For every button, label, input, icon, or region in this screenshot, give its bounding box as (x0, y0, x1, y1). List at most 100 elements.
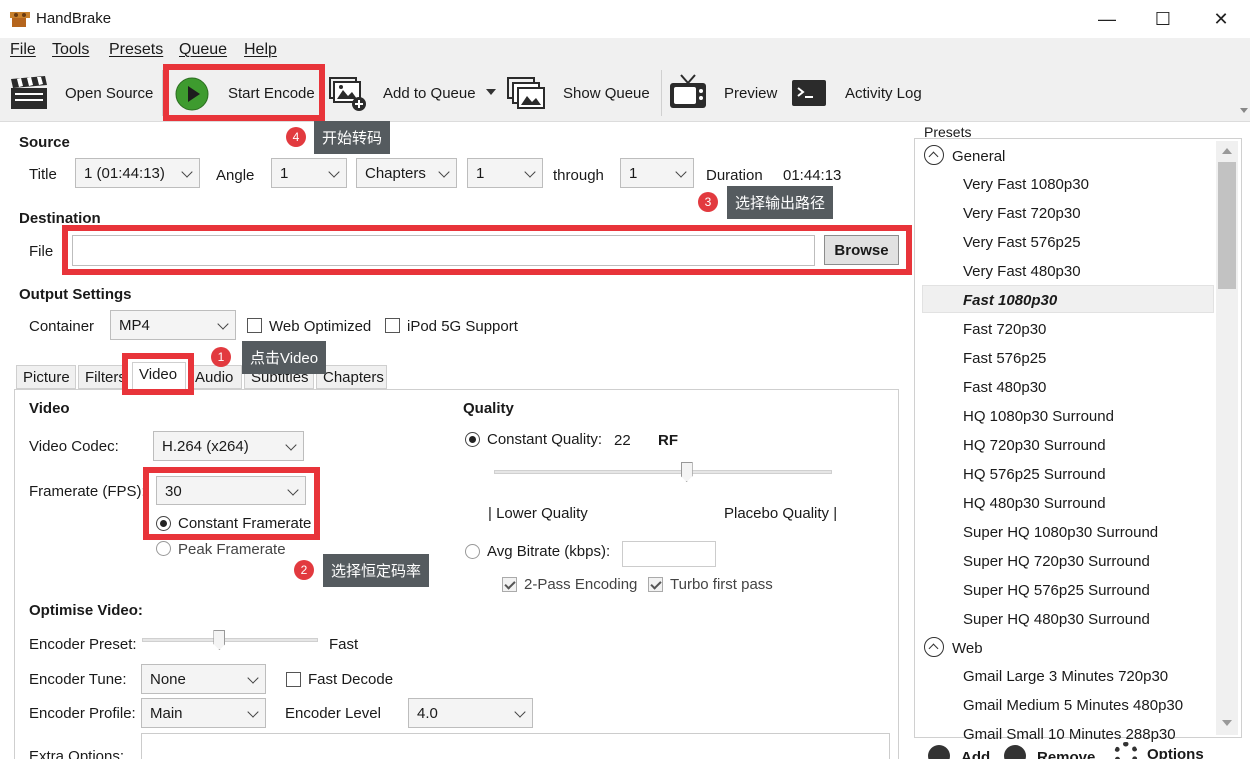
remove-preset-button[interactable]: Remove (1037, 749, 1095, 759)
container-value: MP4 (119, 317, 150, 334)
preset-item[interactable]: Super HQ 1080p30 Surround (963, 524, 1158, 541)
peak-framerate-label: Peak Framerate (178, 541, 286, 558)
duration-label: Duration (706, 167, 763, 184)
menu-tools[interactable]: Tools (52, 41, 89, 59)
scroll-down-icon[interactable] (1222, 720, 1232, 726)
preset-item[interactable]: Fast 1080p30 (963, 292, 1057, 309)
collapse-general-icon[interactable] (924, 145, 944, 165)
range-start-select[interactable]: 1 (467, 158, 543, 188)
web-optimized-checkbox[interactable] (247, 318, 262, 333)
preset-item[interactable]: Super HQ 720p30 Surround (963, 553, 1150, 570)
preset-item[interactable]: Very Fast 720p30 (963, 205, 1081, 222)
preset-item[interactable]: Gmail Large 3 Minutes 720p30 (963, 668, 1168, 685)
encoder-profile-select[interactable]: Main (141, 698, 266, 728)
annotation-box-destination (62, 225, 912, 275)
tab-filters[interactable]: Filters (78, 365, 128, 389)
avg-bitrate-label: Avg Bitrate (kbps): (487, 543, 611, 560)
encoder-preset-label: Encoder Preset: (29, 636, 137, 653)
open-source-button[interactable]: Open Source (65, 85, 153, 102)
preset-item[interactable]: Fast 720p30 (963, 321, 1046, 338)
encoder-profile-value: Main (150, 705, 183, 722)
tab-chapters[interactable]: Chapters (316, 365, 387, 389)
peak-framerate-radio[interactable] (156, 541, 171, 556)
minimize-button[interactable]: — (1096, 8, 1118, 30)
chevron-down-icon (285, 439, 297, 451)
terminal-icon[interactable] (791, 79, 827, 107)
constant-quality-radio[interactable] (465, 432, 480, 447)
angle-select[interactable]: 1 (271, 158, 347, 188)
preset-item[interactable]: Gmail Small 10 Minutes 288p30 (963, 726, 1176, 743)
two-pass-checkbox[interactable] (502, 577, 517, 592)
fast-decode-checkbox[interactable] (286, 672, 301, 687)
clapperboard-icon[interactable] (10, 76, 48, 110)
window-title: HandBrake (36, 10, 112, 27)
title-select-value: 1 (01:44:13) (84, 165, 165, 182)
options-button[interactable]: Options (1147, 746, 1204, 759)
preset-item[interactable]: HQ 720p30 Surround (963, 437, 1106, 454)
chevron-down-icon (438, 166, 450, 178)
scroll-up-icon[interactable] (1222, 148, 1232, 154)
preset-item[interactable]: Very Fast 576p25 (963, 234, 1081, 251)
preset-group-general[interactable]: General (952, 148, 1005, 165)
preset-item[interactable]: HQ 1080p30 Surround (963, 408, 1114, 425)
avg-bitrate-radio[interactable] (465, 544, 480, 559)
add-to-queue-dropdown-icon[interactable] (486, 89, 496, 95)
range-end-select[interactable]: 1 (620, 158, 694, 188)
ipod-support-checkbox[interactable] (385, 318, 400, 333)
chevron-down-icon (328, 166, 340, 178)
menu-help[interactable]: Help (244, 41, 277, 59)
preset-item[interactable]: HQ 480p30 Surround (963, 495, 1106, 512)
annotation-tip-1: 点击Video (242, 341, 327, 374)
tv-preview-icon[interactable] (668, 73, 708, 111)
show-queue-button[interactable]: Show Queue (563, 85, 650, 102)
add-to-queue-icon[interactable] (328, 76, 368, 112)
menu-presets[interactable]: Presets (109, 41, 163, 59)
range-type-select[interactable]: Chapters (356, 158, 457, 188)
encoder-tune-select[interactable]: None (141, 664, 266, 694)
add-preset-button[interactable]: Add (961, 749, 990, 759)
encoder-preset-slider[interactable] (142, 638, 318, 642)
video-codec-select[interactable]: H.264 (x264) (153, 431, 304, 461)
tab-audio[interactable]: Audio (188, 365, 242, 389)
preset-item[interactable]: Super HQ 480p30 Surround (963, 611, 1150, 628)
activity-log-button[interactable]: Activity Log (845, 85, 922, 102)
avg-bitrate-input[interactable] (622, 541, 716, 567)
scrollbar-thumb[interactable] (1218, 162, 1236, 289)
add-to-queue-button[interactable]: Add to Queue (383, 85, 476, 102)
container-select[interactable]: MP4 (110, 310, 236, 340)
title-select[interactable]: 1 (01:44:13) (75, 158, 200, 188)
preview-button[interactable]: Preview (724, 85, 777, 102)
add-preset-icon[interactable] (928, 745, 950, 759)
preset-item[interactable]: HQ 576p25 Surround (963, 466, 1106, 483)
chevron-down-icon (247, 706, 259, 718)
menu-file[interactable]: File (10, 41, 36, 59)
remove-preset-icon[interactable] (1004, 745, 1026, 759)
annotation-box-framerate (143, 467, 320, 540)
turbo-first-pass-checkbox[interactable] (648, 577, 663, 592)
encoder-tune-label: Encoder Tune: (29, 671, 127, 688)
turbo-first-pass-label: Turbo first pass (670, 576, 773, 593)
show-queue-icon[interactable] (506, 76, 548, 112)
chevron-down-icon (675, 166, 687, 178)
tab-picture[interactable]: Picture (16, 365, 76, 389)
preset-item[interactable]: Fast 576p25 (963, 350, 1046, 367)
close-button[interactable]: ✕ (1210, 8, 1232, 30)
encoder-profile-label: Encoder Profile: (29, 705, 136, 722)
menu-queue[interactable]: Queue (179, 41, 227, 59)
quality-slider[interactable] (494, 470, 832, 474)
preset-item[interactable]: Fast 480p30 (963, 379, 1046, 396)
maximize-button[interactable]: ☐ (1152, 8, 1174, 30)
preset-item[interactable]: Super HQ 576p25 Surround (963, 582, 1150, 599)
two-pass-label: 2-Pass Encoding (524, 576, 638, 593)
extra-options-input[interactable] (141, 733, 890, 759)
annotation-tip-3: 选择输出路径 (727, 186, 834, 219)
preset-item[interactable]: Very Fast 1080p30 (963, 176, 1089, 193)
toolbar-overflow-icon[interactable] (1240, 108, 1248, 113)
preset-item[interactable]: Gmail Medium 5 Minutes 480p30 (963, 697, 1183, 714)
gear-icon[interactable] (1114, 742, 1138, 759)
encoder-level-select[interactable]: 4.0 (408, 698, 533, 728)
preset-item[interactable]: Very Fast 480p30 (963, 263, 1081, 280)
collapse-web-icon[interactable] (924, 637, 944, 657)
preset-group-web[interactable]: Web (952, 640, 983, 657)
annotation-box-video-tab (122, 353, 194, 395)
